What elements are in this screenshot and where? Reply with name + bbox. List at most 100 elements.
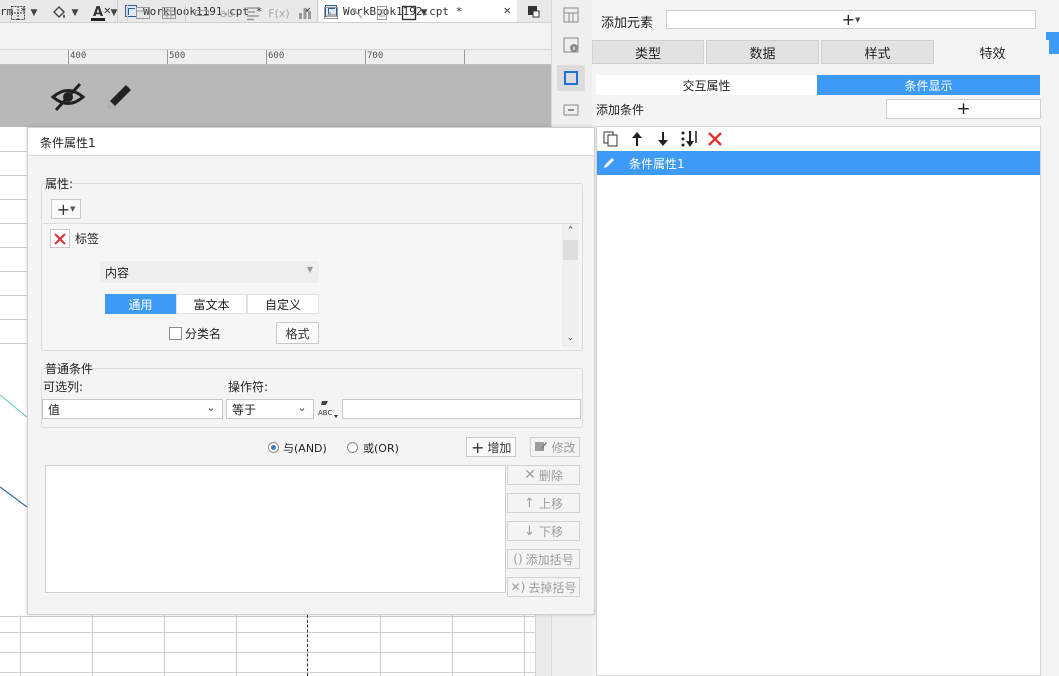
condition-item-label: 条件属性1 — [629, 156, 685, 171]
format-button[interactable]: 格式 — [276, 322, 319, 344]
remove-bracket-button[interactable]: ✕) 去掉括号 — [507, 577, 580, 597]
add-attribute-button[interactable]: + ▼ — [51, 199, 81, 219]
add-condition-row-button[interactable]: + 增加 — [466, 437, 516, 457]
operator-select[interactable]: 等于 ⌄ — [226, 399, 314, 419]
merge-cell-icon[interactable] — [134, 4, 152, 22]
widget-info-icon[interactable] — [558, 32, 584, 58]
tab-effects[interactable]: 特效 — [936, 40, 1049, 64]
cell-border-icon[interactable] — [400, 4, 418, 22]
add-bracket-label: 添加括号 — [525, 552, 574, 567]
scroll-up-icon[interactable]: ⌃ — [565, 226, 576, 238]
border-icon[interactable] — [9, 4, 27, 22]
split-cell-icon[interactable] — [160, 4, 178, 22]
chevron-down-icon[interactable]: ▼ — [69, 4, 81, 22]
sheet-grid-bottom[interactable] — [0, 615, 535, 676]
grid-line — [164, 615, 165, 676]
move-down-label: 下移 — [538, 524, 563, 539]
modify-button[interactable]: 修改 — [530, 437, 580, 457]
classname-checkbox[interactable] — [169, 327, 182, 340]
tab-data[interactable]: 数据 — [706, 40, 819, 64]
remove-attribute-button[interactable] — [50, 229, 70, 248]
mode-tab-rich-text[interactable]: 富文本 — [176, 294, 247, 314]
condition-list-item[interactable]: 条件属性1 — [597, 151, 1040, 175]
chevron-down-icon: ▼ — [70, 205, 76, 213]
grid-line — [524, 615, 525, 676]
sub-report-icon[interactable] — [373, 4, 391, 22]
radio-dot — [271, 445, 276, 450]
or-label: 或(OR) — [363, 442, 399, 455]
arrow-up-icon[interactable] — [629, 130, 645, 148]
toolbar-separator — [127, 5, 128, 21]
condition-attribute-dialog: 条件属性1 属性: + ▼ 标签 内容 ▼ 通用 富文本 自定义 分类名 格式 ⌃… — [27, 127, 595, 615]
slash-icon[interactable] — [348, 4, 366, 22]
value-type-icon[interactable]: ABC — [317, 398, 339, 420]
image-icon[interactable] — [322, 4, 340, 22]
fill-bucket-icon[interactable] — [50, 4, 68, 22]
plus-icon: + — [471, 437, 485, 457]
optional-column-label: 可选列: — [43, 380, 84, 394]
delete-button-label: 删除 — [538, 468, 563, 483]
mode-tab-custom[interactable]: 自定义 — [247, 294, 319, 314]
tab-style[interactable]: 样式 — [821, 40, 934, 64]
add-button-label: 增加 — [487, 440, 512, 455]
move-up-label: 上移 — [538, 496, 563, 511]
subtab-label: 交互属性 — [682, 78, 731, 93]
pencil-icon[interactable] — [102, 80, 136, 114]
close-icon: ✕ — [524, 467, 536, 483]
condition-rows-list[interactable] — [45, 465, 506, 593]
element-list-icon[interactable] — [558, 97, 584, 123]
text-field-icon[interactable] — [193, 4, 211, 22]
scroll-down-icon[interactable]: ⌄ — [565, 333, 576, 345]
close-icon[interactable]: ✕ — [504, 3, 511, 17]
mode-tab-general[interactable]: 通用 — [105, 294, 176, 314]
plus-icon: + — [56, 199, 70, 219]
sort-icon[interactable] — [679, 129, 699, 149]
add-bracket-button[interactable]: () 添加括号 — [507, 549, 580, 569]
formula-icon[interactable]: F(x) — [268, 4, 289, 22]
grid-line — [0, 343, 27, 344]
grid-line — [0, 652, 535, 653]
subtab-condition-display[interactable]: 条件显示 — [817, 75, 1040, 95]
condition-value-input[interactable] — [342, 399, 581, 419]
add-element-dropdown[interactable]: + ▼ — [666, 10, 1036, 29]
dialog-title: 条件属性1 — [40, 136, 96, 150]
tab-list-icon[interactable] — [522, 2, 544, 20]
delete-condition-button[interactable]: ✕ 删除 — [507, 465, 580, 485]
optional-column-select[interactable]: 值 ⌄ — [42, 399, 223, 419]
move-up-button[interactable]: ↑ 上移 — [507, 493, 580, 513]
tab-label: 样式 — [864, 46, 891, 62]
content-select[interactable]: 内容 ▼ — [100, 261, 319, 283]
copy-icon[interactable] — [602, 130, 620, 148]
add-condition-label: 添加条件 — [596, 103, 645, 117]
or-radio[interactable] — [347, 442, 358, 453]
scrollbar-thumb[interactable] — [563, 240, 578, 260]
grid-line — [20, 615, 21, 676]
tab-type[interactable]: 类型 — [592, 40, 704, 64]
normal-condition-group — [41, 368, 583, 428]
eye-hidden-icon[interactable] — [50, 80, 86, 114]
move-down-button[interactable]: ↓ 下移 — [507, 521, 580, 541]
chevron-down-icon[interactable]: ▼ — [108, 4, 120, 22]
cell-attr-icon[interactable] — [558, 2, 584, 28]
abc-text-icon[interactable]: ab — [218, 4, 236, 22]
subtab-interaction[interactable]: 交互属性 — [596, 75, 817, 95]
format-toolbar — [0, 23, 551, 50]
tab-label: 特效 — [979, 46, 1006, 62]
add-condition-button[interactable]: + — [886, 99, 1041, 119]
chart-icon[interactable] — [296, 4, 314, 22]
widget-settings-icon[interactable] — [557, 65, 585, 91]
grid-line — [236, 615, 237, 676]
ruler-tick — [266, 50, 267, 64]
bracket-icon: () — [513, 552, 523, 566]
grid-line — [0, 175, 27, 176]
delete-icon[interactable] — [706, 130, 724, 148]
ruler-mark: 400 — [70, 51, 87, 61]
arrow-down-icon[interactable] — [655, 130, 671, 148]
chevron-down-icon[interactable]: ▼ — [418, 4, 430, 22]
font-color-icon[interactable]: A — [89, 4, 107, 22]
condition-list-panel — [596, 126, 1041, 676]
chevron-down-icon[interactable]: ▼ — [28, 4, 40, 22]
operator-value: 等于 — [232, 402, 257, 417]
and-radio[interactable] — [268, 442, 279, 453]
align-icon[interactable] — [244, 4, 262, 22]
